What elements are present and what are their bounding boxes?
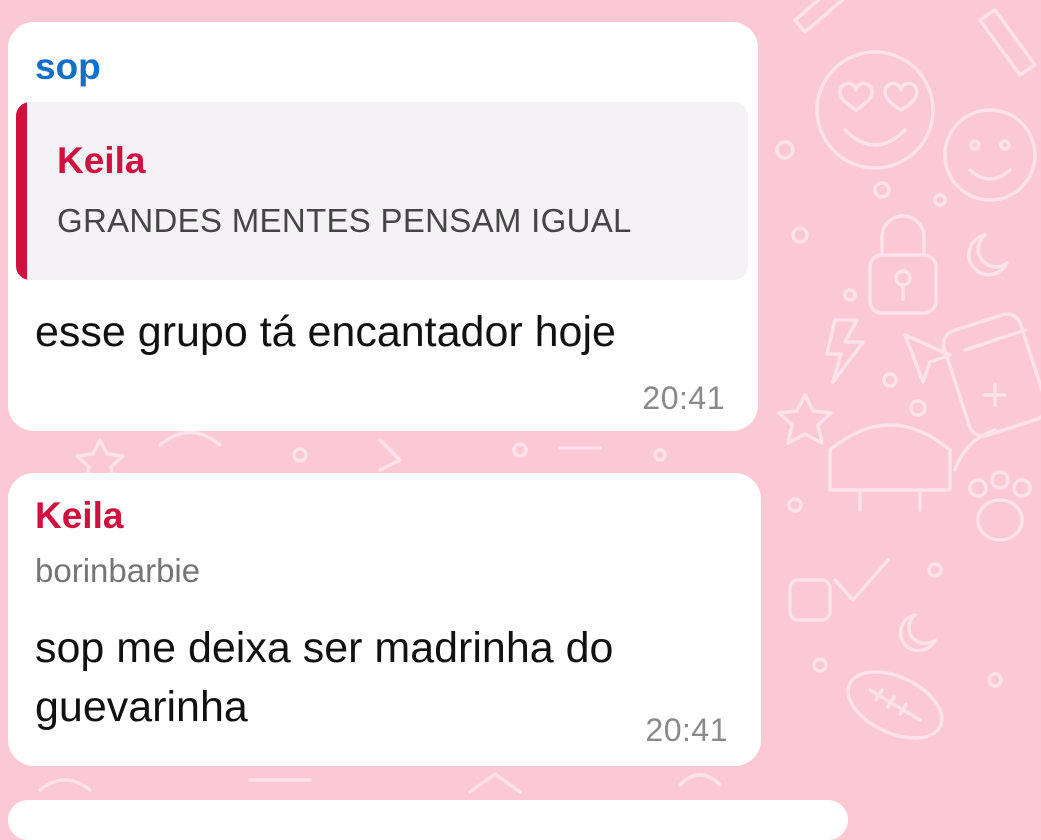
message-bubble-partial[interactable] [8,800,848,840]
message-timestamp: 20:41 [645,712,728,748]
message-text: esse grupo tá encantador hoje [35,308,616,356]
lightning-icon [825,318,865,384]
sender-name[interactable]: sop [35,48,101,85]
reply-quote[interactable]: Keila GRANDES MENTES PENSAM IGUAL [16,102,748,280]
calculator-icon [941,312,1041,438]
message-timestamp: 20:41 [642,380,725,416]
moon-icon [898,233,1009,653]
reply-author: Keila [57,140,146,181]
message-text: sop me deixa ser madrinha do guevarinha [35,624,614,731]
smiley-icon [943,108,1037,202]
paw-icon [953,428,1032,542]
sender-name[interactable]: Keila [35,497,123,534]
padlock-icon [868,214,938,315]
message-bubble-keila[interactable]: Keila borinbarbie sop me deixa ser madri… [8,473,761,766]
heart-eyes-emoji-icon [815,50,935,170]
pencil-icon [793,0,1037,77]
football-icon [846,670,944,740]
reply-accent-bar [16,102,27,280]
sender-username: borinbarbie [35,552,201,589]
message-bubble-sop[interactable]: sop Keila GRANDES MENTES PENSAM IGUAL es… [8,22,758,431]
cake-icon [828,423,952,512]
checkmark-icon [788,558,890,622]
reply-text: GRANDES MENTES PENSAM IGUAL [57,202,632,239]
